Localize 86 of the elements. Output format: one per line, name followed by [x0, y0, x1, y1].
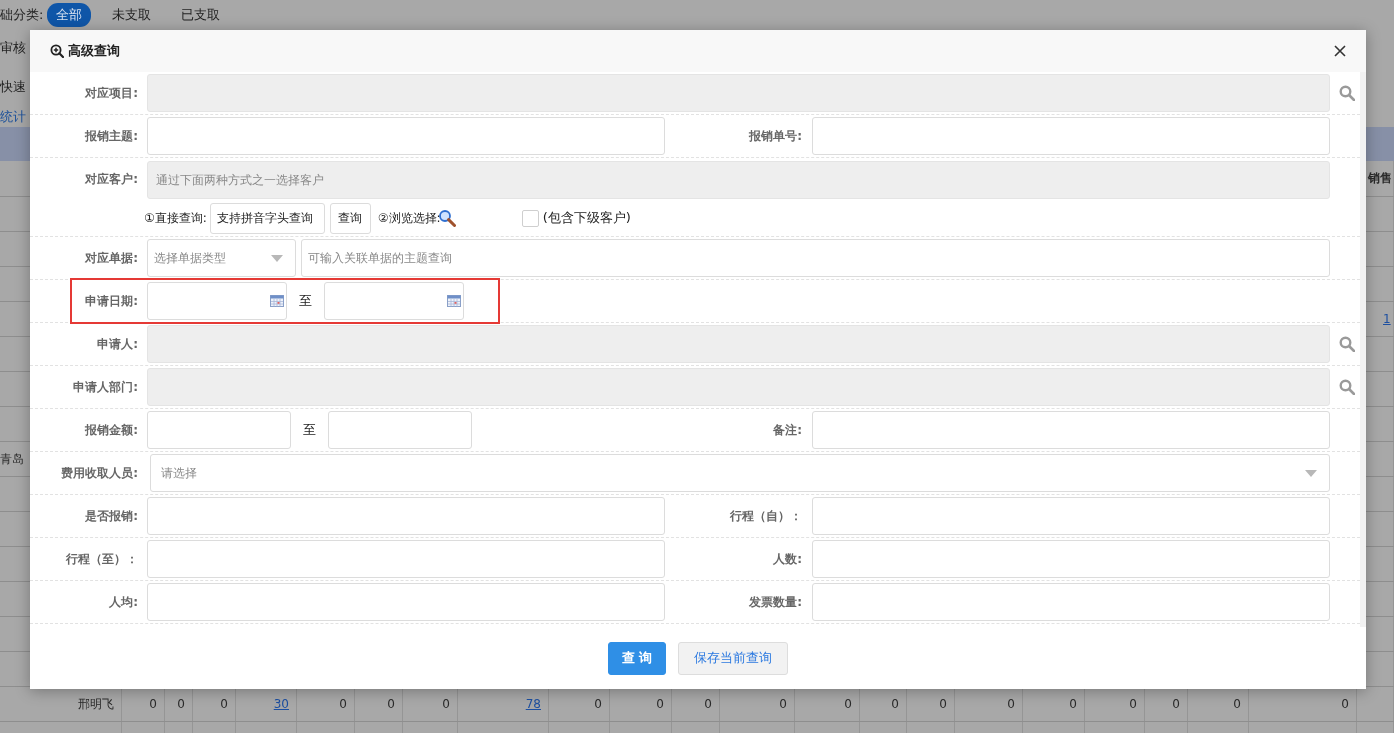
text-field[interactable] [812, 583, 1330, 621]
select-field[interactable]: 请选择 [150, 454, 1330, 492]
range-separator: 至 [302, 421, 317, 439]
field-label: 发票数量: [749, 594, 802, 609]
table-cell: 0 [442, 697, 450, 711]
field-label: 备注: [773, 422, 802, 437]
table-cell: 0 [149, 697, 157, 711]
table-cell: 0 [177, 697, 185, 711]
query-button[interactable]: 查 询 [608, 641, 666, 675]
table-cell: 0 [1069, 697, 1077, 711]
field-label: ①直接查询: [144, 209, 207, 227]
table-cell: 0 [1129, 697, 1137, 711]
table-cell: 0 [1007, 697, 1015, 711]
text-field[interactable] [147, 540, 665, 578]
filter-tab[interactable]: 已支取 [172, 3, 230, 27]
checkbox-label: (包含下级客户) [542, 209, 631, 227]
date-field[interactable] [324, 282, 464, 320]
table-cell: 0 [891, 697, 899, 711]
filter-tab[interactable]: 全部 [47, 3, 92, 27]
search-icon [1339, 336, 1355, 352]
field-label: 对应项目: [85, 85, 138, 100]
range-separator: 至 [298, 292, 313, 310]
save-query-button[interactable]: 保存当前查询 [678, 641, 788, 675]
number-field[interactable] [328, 411, 472, 449]
column-header: 销售 [1368, 170, 1392, 187]
magnifier-icon[interactable] [437, 209, 456, 227]
text-field[interactable] [147, 497, 665, 535]
table-cell: 青岛 [0, 450, 24, 468]
field-label: 报销主题: [85, 128, 138, 143]
caret-icon [271, 254, 283, 262]
table-cell: 0 [387, 697, 395, 711]
side-label: 快速 [0, 77, 26, 96]
text-field[interactable] [812, 117, 1330, 155]
field-label: 是否报销: [85, 508, 138, 523]
zoom-in-icon [50, 44, 64, 58]
table-cell: 0 [656, 697, 664, 711]
table-cell: 0 [594, 697, 602, 711]
calendar-icon [447, 295, 461, 307]
table-link[interactable]: 1 [1383, 312, 1391, 326]
search-icon [1339, 379, 1355, 395]
text-field[interactable] [812, 411, 1330, 449]
field-label: 行程（自）： [730, 508, 802, 523]
field-label: 报销单号: [749, 128, 802, 143]
field-label: 申请人部门: [73, 379, 138, 394]
table-cell: 0 [339, 697, 347, 711]
table-cell: 0 [1233, 697, 1241, 711]
table-cell: 0 [779, 697, 787, 711]
text-field[interactable] [147, 117, 665, 155]
table-cell: 0 [220, 697, 228, 711]
number-field[interactable] [147, 411, 291, 449]
dialog-title: 高级查询 [68, 42, 120, 60]
close-icon [1334, 45, 1346, 57]
field-label: 人均: [109, 594, 138, 609]
calendar-icon [270, 295, 284, 307]
table-cell: 0 [939, 697, 947, 711]
table-cell: 0 [1341, 697, 1349, 711]
search-field[interactable]: 可输入关联单据的主题查询 [301, 239, 1330, 277]
table-link[interactable]: 78 [525, 697, 541, 711]
query-button[interactable]: 查询 [329, 202, 371, 234]
field-label: 对应客户: [85, 172, 138, 186]
table-cell: 0 [704, 697, 712, 711]
field-label: 费用收取人员: [61, 465, 138, 480]
table-cell: 邢明飞 [78, 695, 114, 713]
field-label: 对应单据: [85, 250, 138, 265]
table-cell: 0 [1172, 697, 1180, 711]
field-label: 申请人: [97, 336, 138, 351]
field-label: ②浏览选择: [377, 209, 441, 227]
caret-icon [1305, 469, 1317, 477]
filter-tab[interactable]: 未支取 [103, 3, 161, 27]
table-cell: 0 [844, 697, 852, 711]
date-field[interactable] [147, 282, 287, 320]
side-link[interactable]: 统计 [0, 108, 26, 126]
text-field[interactable] [147, 583, 665, 621]
filter-label: 础分类: [0, 6, 44, 24]
search-icon [1339, 85, 1355, 101]
side-label: 审核 [0, 39, 26, 57]
type-select[interactable]: 选择单据类型 [147, 239, 296, 277]
text-field[interactable] [812, 540, 1330, 578]
field-label: 行程（至）： [66, 551, 138, 566]
text-field[interactable] [812, 497, 1330, 535]
field-label: 报销金额: [85, 422, 138, 437]
field-label: 申请日期: [85, 293, 138, 308]
field-label: 人数: [773, 551, 802, 566]
table-link[interactable]: 30 [273, 697, 289, 711]
search-field[interactable]: 支持拼音字头查询 [209, 202, 325, 234]
checkbox[interactable] [521, 209, 539, 227]
